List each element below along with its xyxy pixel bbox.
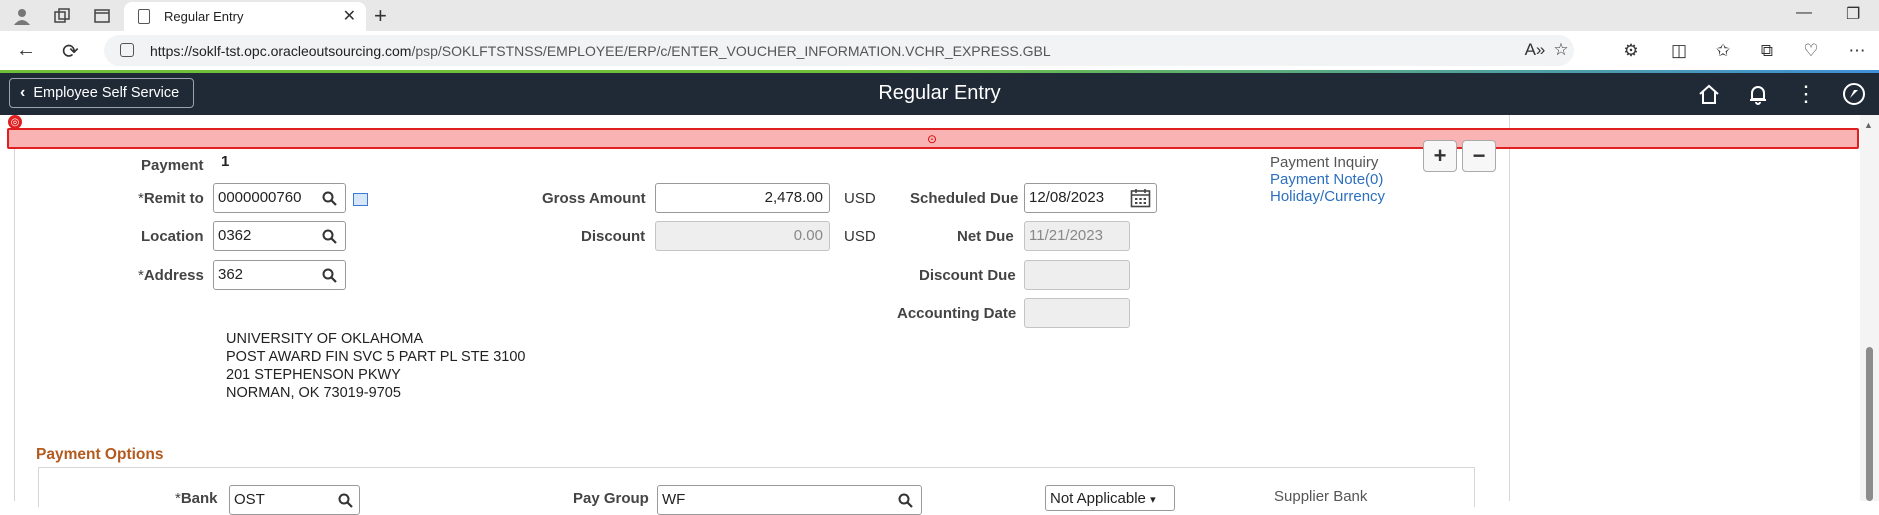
extensions-icon[interactable]: ⚙ — [1620, 40, 1642, 62]
pay-group-label: Pay Group — [573, 490, 649, 507]
address-line: POST AWARD FIN SVC 5 PART PL STE 3100 — [226, 349, 526, 365]
favorite-star-icon[interactable]: ☆ — [1550, 39, 1572, 61]
payment-note-link[interactable]: Payment Note(0) — [1270, 171, 1383, 188]
right-border — [1509, 115, 1510, 501]
favorites-icon[interactable]: ✩ — [1712, 40, 1734, 62]
address-label-text: Address — [143, 267, 204, 284]
page-content: ▲ ◎ ⊙ + − Payment 1 *Remit to 0000000760… — [0, 115, 1879, 515]
pay-group-value: WF — [662, 491, 686, 508]
notifications-bell-icon[interactable] — [1745, 81, 1771, 107]
pay-group-search-icon[interactable] — [890, 485, 920, 515]
pay-group-field[interactable]: WF — [657, 485, 922, 515]
tab-title: Regular Entry — [164, 9, 244, 24]
address-value: 362 — [218, 266, 244, 283]
debug-target-icon: ◎ — [8, 115, 22, 129]
tab-actions-icon[interactable] — [92, 6, 112, 26]
address-line: 201 STEPHENSON PKWY — [226, 367, 401, 383]
refresh-icon[interactable]: ⟳ — [62, 39, 79, 64]
location-search-icon[interactable] — [314, 221, 344, 251]
address-line: UNIVERSITY OF OKLAHOMA — [226, 331, 424, 347]
split-screen-icon[interactable]: ◫ — [1668, 40, 1690, 62]
browser-tab-strip: Regular Entry ✕ + — ❐ — [0, 0, 1879, 31]
app-header: ‹ Employee Self Service Regular Entry ⋮ — [0, 73, 1879, 115]
handling-select-value: Not Applicable — [1050, 490, 1146, 507]
location-label: Location — [141, 228, 204, 245]
bank-search-icon[interactable] — [330, 485, 360, 515]
calendar-icon[interactable] — [1130, 188, 1151, 208]
discount-due-field — [1024, 260, 1130, 290]
page-favicon-icon — [138, 9, 150, 24]
scheduled-due-value: 12/08/2023 — [1029, 189, 1105, 206]
actions-menu-icon[interactable]: ⋮ — [1793, 81, 1819, 107]
crosshair-target-icon: ⊙ — [927, 132, 938, 146]
bank-label: *Bank — [175, 490, 218, 507]
gross-amount-field[interactable]: 2,478.00 — [655, 183, 830, 213]
address-label: *Address — [138, 267, 204, 284]
accounting-date-label: Accounting Date — [897, 305, 1017, 322]
holiday-currency-link[interactable]: Holiday/Currency — [1270, 188, 1385, 205]
net-due-value: 11/21/2023 — [1029, 227, 1103, 244]
restore-icon[interactable]: ❐ — [1846, 4, 1860, 24]
payment-options-title: Payment Options — [36, 446, 164, 463]
handling-select[interactable]: Not Applicable ▾ — [1045, 485, 1175, 511]
scrollbar-thumb[interactable] — [1866, 347, 1873, 501]
read-aloud-icon[interactable]: A» — [1524, 39, 1546, 61]
gross-amount-label: Gross Amount — [542, 190, 646, 207]
gross-currency: USD — [844, 190, 876, 207]
delete-row-button[interactable]: − — [1462, 140, 1496, 172]
discount-currency: USD — [844, 228, 876, 245]
discount-due-label: Discount Due — [919, 267, 1016, 284]
navbar-compass-icon[interactable] — [1841, 81, 1867, 107]
tab-regular-entry[interactable]: Regular Entry ✕ — [124, 2, 366, 31]
remit-to-value: 0000000760 — [218, 189, 302, 206]
bank-label-text: Bank — [180, 490, 218, 507]
payment-label: Payment — [141, 157, 204, 174]
home-icon[interactable] — [1696, 81, 1722, 107]
discount-field: 0.00 — [655, 221, 830, 251]
supplier-detail-icon[interactable] — [353, 193, 368, 206]
scroll-up-arrow-icon[interactable]: ▲ — [1864, 120, 1873, 130]
minimize-icon[interactable]: — — [1796, 4, 1812, 22]
profile-icon[interactable] — [12, 6, 32, 26]
back-arrow-icon[interactable]: ← — [16, 39, 36, 62]
remit-to-label-text: Remit to — [143, 190, 204, 207]
more-menu-icon[interactable]: ⋯ — [1846, 40, 1868, 62]
remit-to-label: *Remit to — [138, 190, 204, 207]
address-line: NORMAN, OK 73019-9705 — [226, 385, 401, 401]
address-search-icon[interactable] — [314, 260, 344, 290]
left-border — [14, 115, 15, 501]
discount-value: 0.00 — [793, 227, 823, 244]
address-bar[interactable]: https://soklf-tst.opc.oracleoutsourcing.… — [104, 35, 1574, 66]
new-tab-icon[interactable]: + — [374, 3, 387, 29]
workspaces-icon[interactable] — [52, 6, 72, 26]
lock-icon — [120, 43, 134, 57]
url-text[interactable]: https://soklf-tst.opc.oracleoutsourcing.… — [150, 43, 1051, 59]
payment-inquiry-text: Payment Inquiry — [1270, 154, 1379, 171]
page-title: Regular Entry — [878, 82, 1001, 104]
payment-number: 1 — [221, 153, 230, 170]
url-host: https://soklf-tst.opc.oracleoutsourcing.… — [150, 43, 412, 59]
collections-icon[interactable]: ⧉ — [1756, 40, 1778, 62]
accounting-date-field — [1024, 298, 1130, 328]
add-row-button[interactable]: + — [1423, 140, 1457, 172]
url-path: /psp/SOKLFTSTNSS/EMPLOYEE/ERP/c/ENTER_VO… — [411, 43, 1051, 59]
location-value: 0362 — [218, 227, 252, 244]
chevron-down-icon: ▾ — [1150, 494, 1156, 506]
highlighted-error-bar: ⊙ — [7, 128, 1859, 149]
discount-label: Discount — [581, 228, 646, 245]
browser-essentials-icon[interactable]: ♡ — [1800, 40, 1822, 62]
close-tab-icon[interactable]: ✕ — [343, 6, 356, 26]
bank-value: OST — [234, 491, 265, 508]
gross-amount-value: 2,478.00 — [764, 189, 823, 206]
net-due-field: 11/21/2023 — [1024, 221, 1130, 251]
remit-to-search-icon[interactable] — [314, 183, 344, 213]
supplier-bank-text: Supplier Bank — [1274, 488, 1368, 505]
scheduled-due-label: Scheduled Due — [910, 190, 1019, 207]
net-due-label: Net Due — [957, 228, 1014, 245]
